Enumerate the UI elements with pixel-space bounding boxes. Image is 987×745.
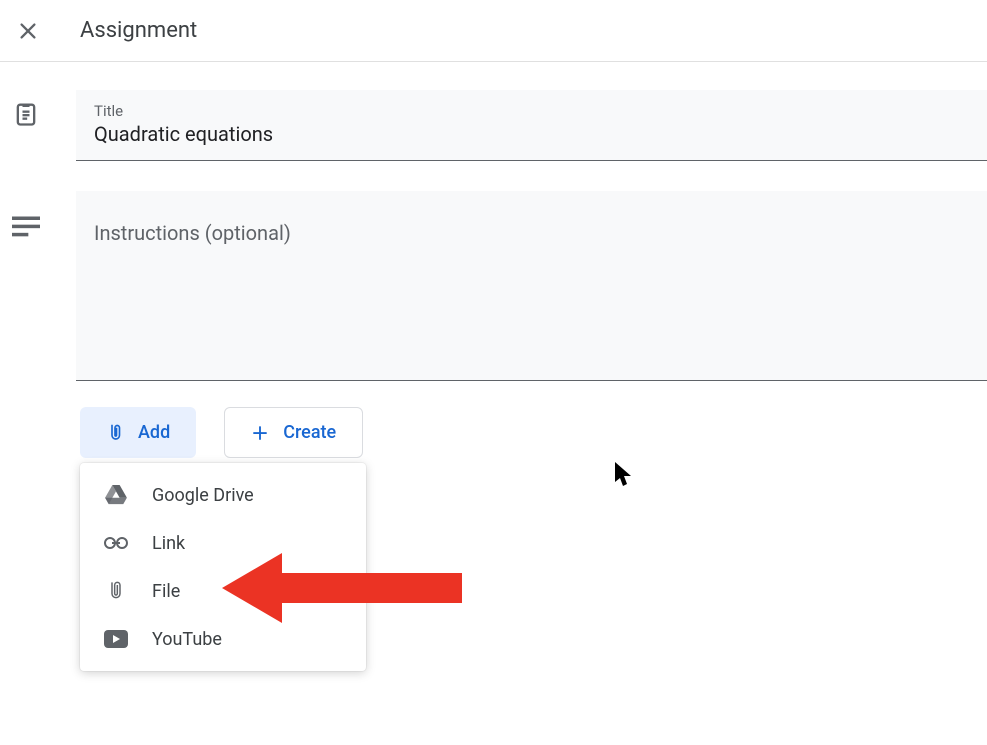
attach-buttons-row: Add Create Google Drive Link <box>80 407 987 458</box>
dropdown-item-label: YouTube <box>152 629 222 650</box>
instructions-row <box>0 191 987 381</box>
google-drive-icon <box>104 483 128 507</box>
dropdown-item-google-drive[interactable]: Google Drive <box>80 471 366 519</box>
add-dropdown-menu: Google Drive Link File YouTube <box>80 463 366 671</box>
dropdown-item-youtube[interactable]: YouTube <box>80 615 366 663</box>
content-area: Title Add Create Google Drive <box>0 62 987 458</box>
create-button[interactable]: Create <box>224 407 363 458</box>
text-icon <box>12 213 40 241</box>
link-icon <box>104 531 128 555</box>
assignment-icon <box>12 100 40 128</box>
create-button-label: Create <box>283 422 336 443</box>
plus-icon <box>251 424 269 442</box>
close-button[interactable] <box>16 19 40 43</box>
instructions-field[interactable] <box>76 191 987 381</box>
close-icon <box>17 20 39 42</box>
dropdown-item-label: File <box>152 581 180 602</box>
add-button[interactable]: Add <box>80 407 196 458</box>
dropdown-item-link[interactable]: Link <box>80 519 366 567</box>
mouse-cursor <box>615 462 635 492</box>
dropdown-item-file[interactable]: File <box>80 567 366 615</box>
page-title: Assignment <box>80 18 197 43</box>
header: Assignment <box>0 0 987 62</box>
add-button-label: Add <box>138 422 170 443</box>
file-icon <box>104 579 128 603</box>
title-input[interactable] <box>94 122 969 146</box>
youtube-icon <box>104 627 128 651</box>
dropdown-item-label: Google Drive <box>152 485 254 506</box>
instructions-input[interactable] <box>94 221 969 245</box>
title-row: Title <box>0 90 987 161</box>
dropdown-item-label: Link <box>152 533 185 554</box>
attach-icon <box>106 423 124 443</box>
title-field[interactable]: Title <box>76 90 987 161</box>
title-label: Title <box>94 102 969 120</box>
